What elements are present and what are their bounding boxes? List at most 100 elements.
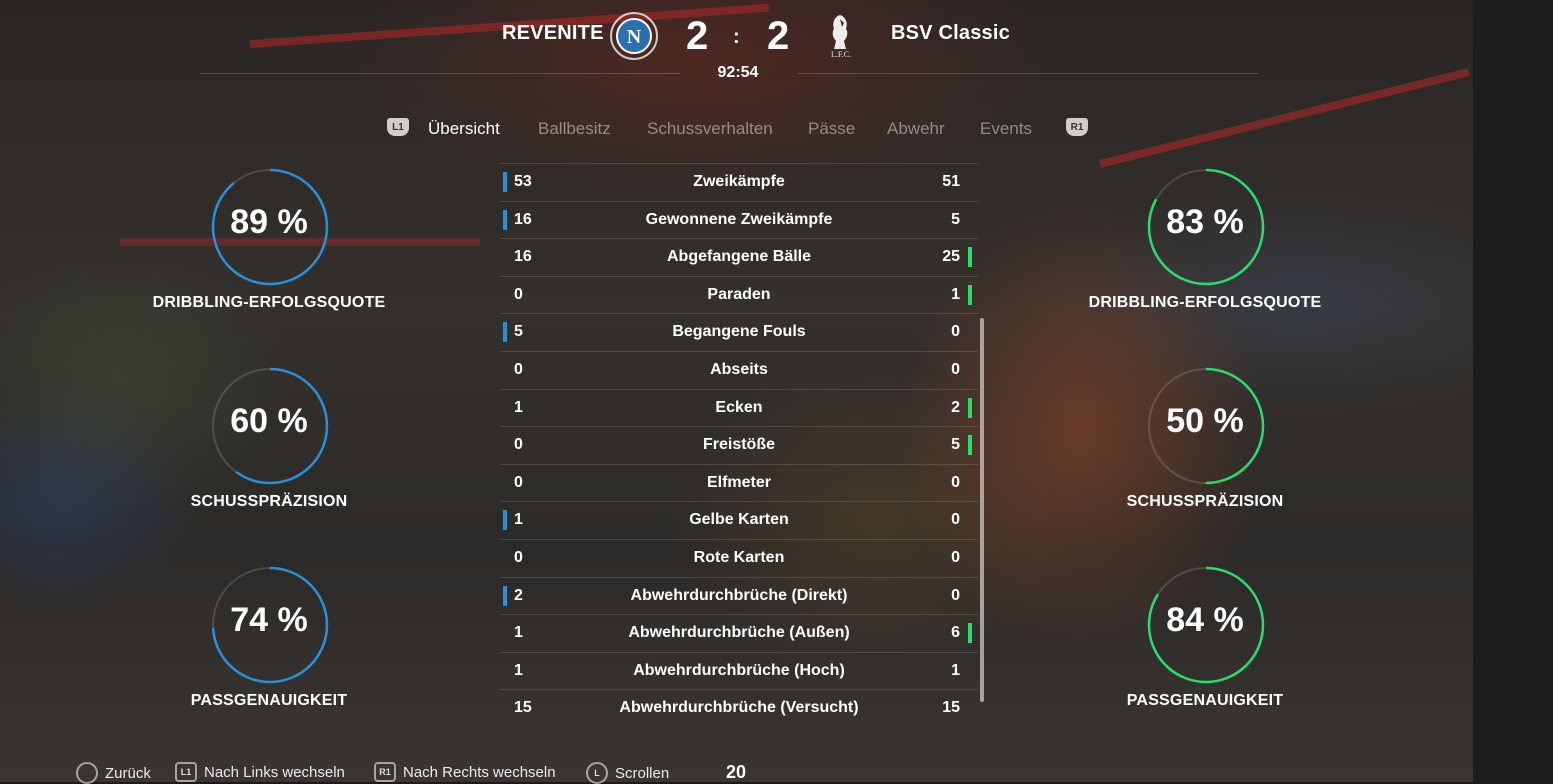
stat-away-value: 1 [951,661,960,679]
left-stick-icon: L [586,762,608,784]
gauge-label: SCHUSSPRÄZISION [1126,493,1284,510]
tab-abwehr[interactable]: Abwehr [887,119,945,139]
gauge-label: DRIBBLING-ERFOLGSQUOTE [152,294,386,311]
stat-label: Abwehrdurchbrüche (Hoch) [633,661,845,679]
tab-paesse[interactable]: Pässe [808,119,855,139]
stat-away-value: 2 [951,398,960,416]
gauge-percent: 83 % [1166,203,1244,241]
footer-left-label: Nach Links wechseln [204,763,345,781]
stat-label: Abwehrdurchbrüche (Versucht) [619,699,859,717]
away-gauge-dribbling: 83 % DRIBBLING-ERFOLGSQUOTE [1085,167,1325,347]
home-team-name: REVENITE [502,22,604,44]
stat-label: Begangene Fouls [672,323,806,341]
footer-scroll-label: Scrollen [615,764,670,782]
home-score: 2 [686,14,709,58]
gauge-percent: 50 % [1166,402,1244,440]
stat-label: Abseits [710,360,768,378]
stat-row: Freistöße 0 5 [500,426,978,464]
stat-row: Gewonnene Zweikämpfe 16 5 [500,200,978,239]
tab-schussverhalten[interactable]: Schussverhalten [647,119,773,139]
stat-label: Gewonnene Zweikämpfe [645,210,833,228]
header-divider-right [798,73,1258,74]
away-team-name: BSV Classic [891,22,1010,44]
stat-label: Ecken [715,398,763,416]
header-divider-left [200,73,680,74]
gauge-percent: 74 % [230,601,308,639]
stat-home-value: 1 [514,398,523,416]
stat-home-value: 2 [514,586,523,604]
napoli-crest-icon: N [610,12,658,60]
stat-away-value: 6 [951,624,960,642]
stat-row: Paraden 0 1 [500,275,978,314]
stat-row: Gelbe Karten 1 0 [500,501,978,539]
footer-switch-right[interactable]: R1 Nach Rechts wechseln [374,762,556,782]
stat-away-value: 0 [951,548,960,566]
l1-button-icon[interactable]: L1 [387,118,409,136]
stat-label: Abgefangene Bälle [666,248,812,266]
stat-away-value: 0 [951,473,960,491]
home-gauge-shooting: 60 % SCHUSSPRÄZISION [149,366,389,546]
stat-row: Abseits 0 0 [500,350,978,389]
stat-home-value: 1 [514,624,523,642]
away-crest-caption: L.F.C. [830,50,852,59]
gauge-label: PASSGENAUIGKEIT [1126,692,1284,709]
stats-table[interactable]: Zweikämpfe 53 51 Gewonnene Zweikämpfe 16 5 Abg… [500,163,978,727]
stat-label: Rote Karten [693,548,785,566]
stat-label: Zweikämpfe [693,173,785,190]
match-clock: 92:54 [717,64,759,81]
stat-row: Abwehrdurchbrüche (Versucht) 15 15 [500,689,978,727]
stat-row: Zweikämpfe 53 51 [500,163,978,201]
stat-home-value: 5 [514,323,523,341]
stat-row: Abwehrdurchbrüche (Direkt) 2 0 [500,576,978,615]
stat-label: Elfmeter [706,473,772,491]
stat-away-value: 5 [951,210,960,228]
gauge-label: PASSGENAUIGKEIT [190,692,348,709]
stat-home-value: 0 [514,548,523,566]
tab-uebersicht[interactable]: Übersicht [428,119,500,139]
stats-scrollbar[interactable] [980,318,984,702]
stat-away-value: 15 [942,699,960,717]
svg-text:N: N [627,26,642,48]
stat-label: Abwehrdurchbrüche (Direkt) [630,586,848,604]
gauge-label: SCHUSSPRÄZISION [190,493,348,510]
tab-events[interactable]: Events [980,119,1032,139]
stat-home-value: 53 [514,173,532,190]
stat-away-value: 0 [951,323,960,341]
stat-home-value: 0 [514,285,523,303]
footer-right-label: Nach Rechts wechseln [403,763,556,781]
footer-back[interactable]: Zurück [76,762,151,784]
footer-scroll[interactable]: L Scrollen [586,762,669,784]
stat-home-value: 1 [514,511,523,529]
stat-away-value: 0 [951,586,960,604]
circle-button-icon [76,762,98,784]
stat-label: Paraden [707,285,771,303]
score-separator: : [733,26,740,48]
stat-away-value: 1 [951,285,960,303]
tab-ballbesitz[interactable]: Ballbesitz [538,119,611,139]
r1-button-icon: R1 [374,762,396,782]
stat-home-value: 1 [514,661,523,679]
stat-row: Abgefangene Bälle 16 25 [500,238,978,276]
gauge-label: DRIBBLING-ERFOLGSQUOTE [1088,294,1322,311]
r1-button-icon[interactable]: R1 [1066,118,1088,136]
home-gauge-dribbling: 89 % DRIBBLING-ERFOLGSQUOTE [149,167,389,347]
stat-home-value: 16 [514,248,532,266]
footer-switch-left[interactable]: L1 Nach Links wechseln [175,762,345,782]
stat-home-value: 15 [514,699,532,717]
footer-counter: 20 [726,762,747,782]
stat-away-value: 0 [951,511,960,529]
stat-away-value: 51 [942,173,960,190]
stat-away-value: 5 [951,436,960,454]
gauge-percent: 84 % [1166,601,1244,639]
stat-row: Ecken 1 2 [500,388,978,427]
away-score: 2 [767,14,790,58]
stat-home-value: 0 [514,473,523,491]
l1-button-icon: L1 [175,762,197,782]
stat-row: Rote Karten 0 0 [500,538,978,577]
home-gauge-passing: 74 % PASSGENAUIGKEIT [149,565,389,745]
stat-row: Elfmeter 0 0 [500,463,978,502]
gauge-percent: 60 % [230,402,308,440]
stat-away-value: 25 [942,248,960,266]
stat-home-value: 16 [514,210,532,228]
stat-row: Abwehrdurchbrüche (Hoch) 1 1 [500,651,978,690]
